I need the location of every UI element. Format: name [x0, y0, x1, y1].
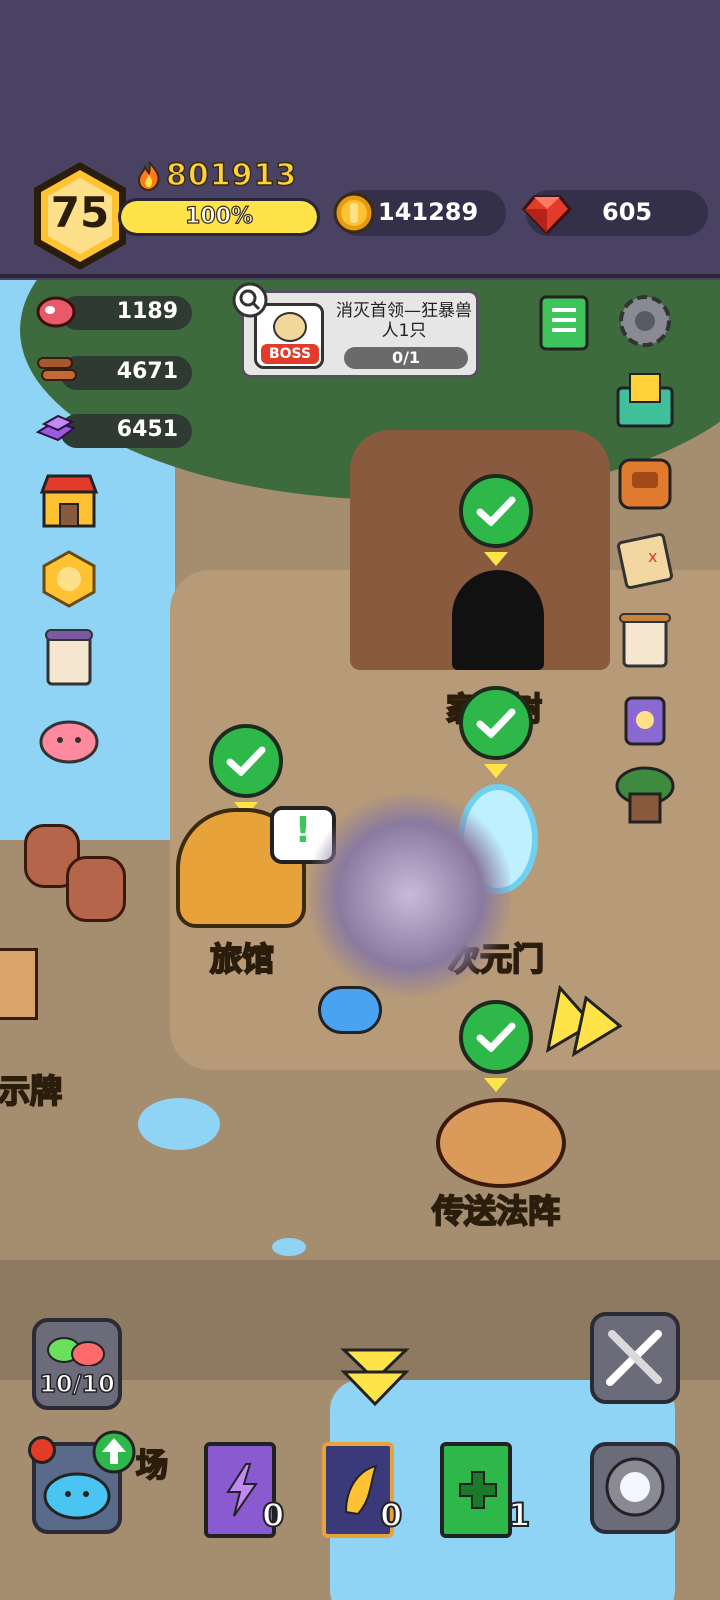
crystal-resource[interactable]: 6451 — [60, 414, 192, 448]
tree-arrow — [484, 552, 508, 566]
pet-slime-icon[interactable] — [38, 704, 100, 766]
teleport-circle[interactable] — [436, 1098, 566, 1188]
notice-scroll-icon[interactable] — [614, 610, 676, 672]
portal-arrow — [484, 764, 508, 778]
slime-swap-icon — [47, 1337, 105, 1366]
green-cross-icon — [459, 1471, 497, 1509]
skull-potion-icon[interactable] — [614, 688, 676, 750]
purple-book-count: 0 — [261, 1495, 285, 1535]
tree-house-icon[interactable] — [614, 766, 676, 828]
crossed-swords-icon — [606, 1330, 662, 1386]
farm-label: 场 — [135, 1445, 169, 1485]
power-value: 801913 — [165, 157, 298, 194]
inn-label: 旅馆 — [209, 939, 275, 979]
clay-pot-2 — [66, 856, 126, 922]
tree-check-icon[interactable] — [459, 474, 533, 548]
direction-arrow-icon[interactable] — [542, 980, 628, 1060]
flame-icon — [137, 160, 160, 191]
down-arrow-icon[interactable] — [340, 1346, 410, 1408]
meat-value: 1189 — [116, 299, 178, 324]
red-dot-notification — [28, 1436, 56, 1464]
xp-percent: 100% — [184, 203, 253, 229]
wood-logs-icon — [37, 357, 77, 381]
meat-icon — [36, 296, 76, 328]
puddle — [138, 1098, 220, 1150]
game-map[interactable]: 1189 4671 6451 BOSS 消灭首领—狂暴兽人1只 0/1 x ! … — [0, 280, 720, 1600]
coin-value: 141289 — [378, 198, 479, 226]
coin-counter[interactable]: 141289 — [333, 190, 506, 236]
purple-ingot-icon — [35, 414, 77, 442]
signboard[interactable] — [0, 948, 38, 1020]
svg-text:x: x — [648, 547, 657, 566]
wing-icon — [344, 1464, 378, 1516]
upgrade-arrow-icon — [92, 1430, 136, 1474]
blue-slime-icon — [43, 1472, 111, 1520]
green-book-count: 1 — [507, 1495, 531, 1535]
meat-resource[interactable]: 1189 — [60, 296, 192, 330]
settings-gear-icon[interactable] — [614, 290, 676, 352]
inn-check-icon[interactable] — [209, 724, 283, 798]
xp-bar: 100% — [118, 198, 320, 236]
shop-icon[interactable] — [38, 470, 100, 532]
wood-value: 4671 — [116, 359, 178, 384]
green-skill-book[interactable] — [440, 1442, 512, 1538]
teleport-arrow — [484, 1078, 508, 1092]
blue-cat-pet[interactable] — [318, 986, 382, 1034]
quest-panel[interactable]: BOSS 消灭首领—狂暴兽人1只 0/1 — [241, 290, 479, 378]
gem-value: 605 — [602, 198, 653, 226]
crystal-value: 6451 — [116, 417, 178, 442]
combat-power: 801913 — [136, 157, 298, 194]
battle-button[interactable] — [590, 1312, 680, 1404]
tree-door — [452, 570, 544, 670]
slime-count: 10/10 — [38, 1369, 115, 1399]
gold-coin-icon — [333, 192, 375, 234]
hero-party[interactable] — [310, 790, 510, 1000]
boss-badge: BOSS — [261, 344, 319, 364]
gold-book-count: 0 — [379, 1495, 403, 1535]
slime-pasture-button[interactable]: 10/10 — [32, 1318, 122, 1410]
top-status-bar: 75 801913 100% 141289 605 — [0, 0, 720, 278]
backpack-icon[interactable] — [614, 450, 676, 512]
signboard-label: 告示牌 — [0, 1071, 63, 1111]
quest-progress: 0/1 — [344, 347, 468, 369]
gem-counter[interactable]: 605 — [522, 190, 708, 236]
rank-badge-icon[interactable] — [38, 548, 100, 610]
teleport-label: 传送法阵 — [431, 1191, 561, 1231]
player-level: 75 — [50, 188, 110, 237]
quest-description: 消灭首领—狂暴兽人1只 — [336, 301, 472, 341]
magnifier-icon[interactable] — [232, 282, 268, 318]
calendar-scroll-icon[interactable] — [38, 626, 100, 688]
guide-book-icon[interactable] — [538, 294, 590, 352]
treasure-map-icon[interactable]: x — [614, 530, 676, 592]
puddle-small — [272, 1238, 306, 1256]
player-level-badge[interactable]: 75 — [30, 160, 130, 272]
portal-check-icon[interactable] — [459, 686, 533, 760]
stone-gate-icon — [605, 1457, 665, 1517]
teleport-check-icon[interactable] — [459, 1000, 533, 1074]
lightning-icon — [226, 1463, 258, 1517]
red-gem-icon — [522, 195, 572, 235]
mail-icon[interactable] — [614, 370, 676, 432]
wood-resource[interactable]: 4671 — [60, 356, 192, 390]
portal-gate-button[interactable] — [590, 1442, 680, 1534]
